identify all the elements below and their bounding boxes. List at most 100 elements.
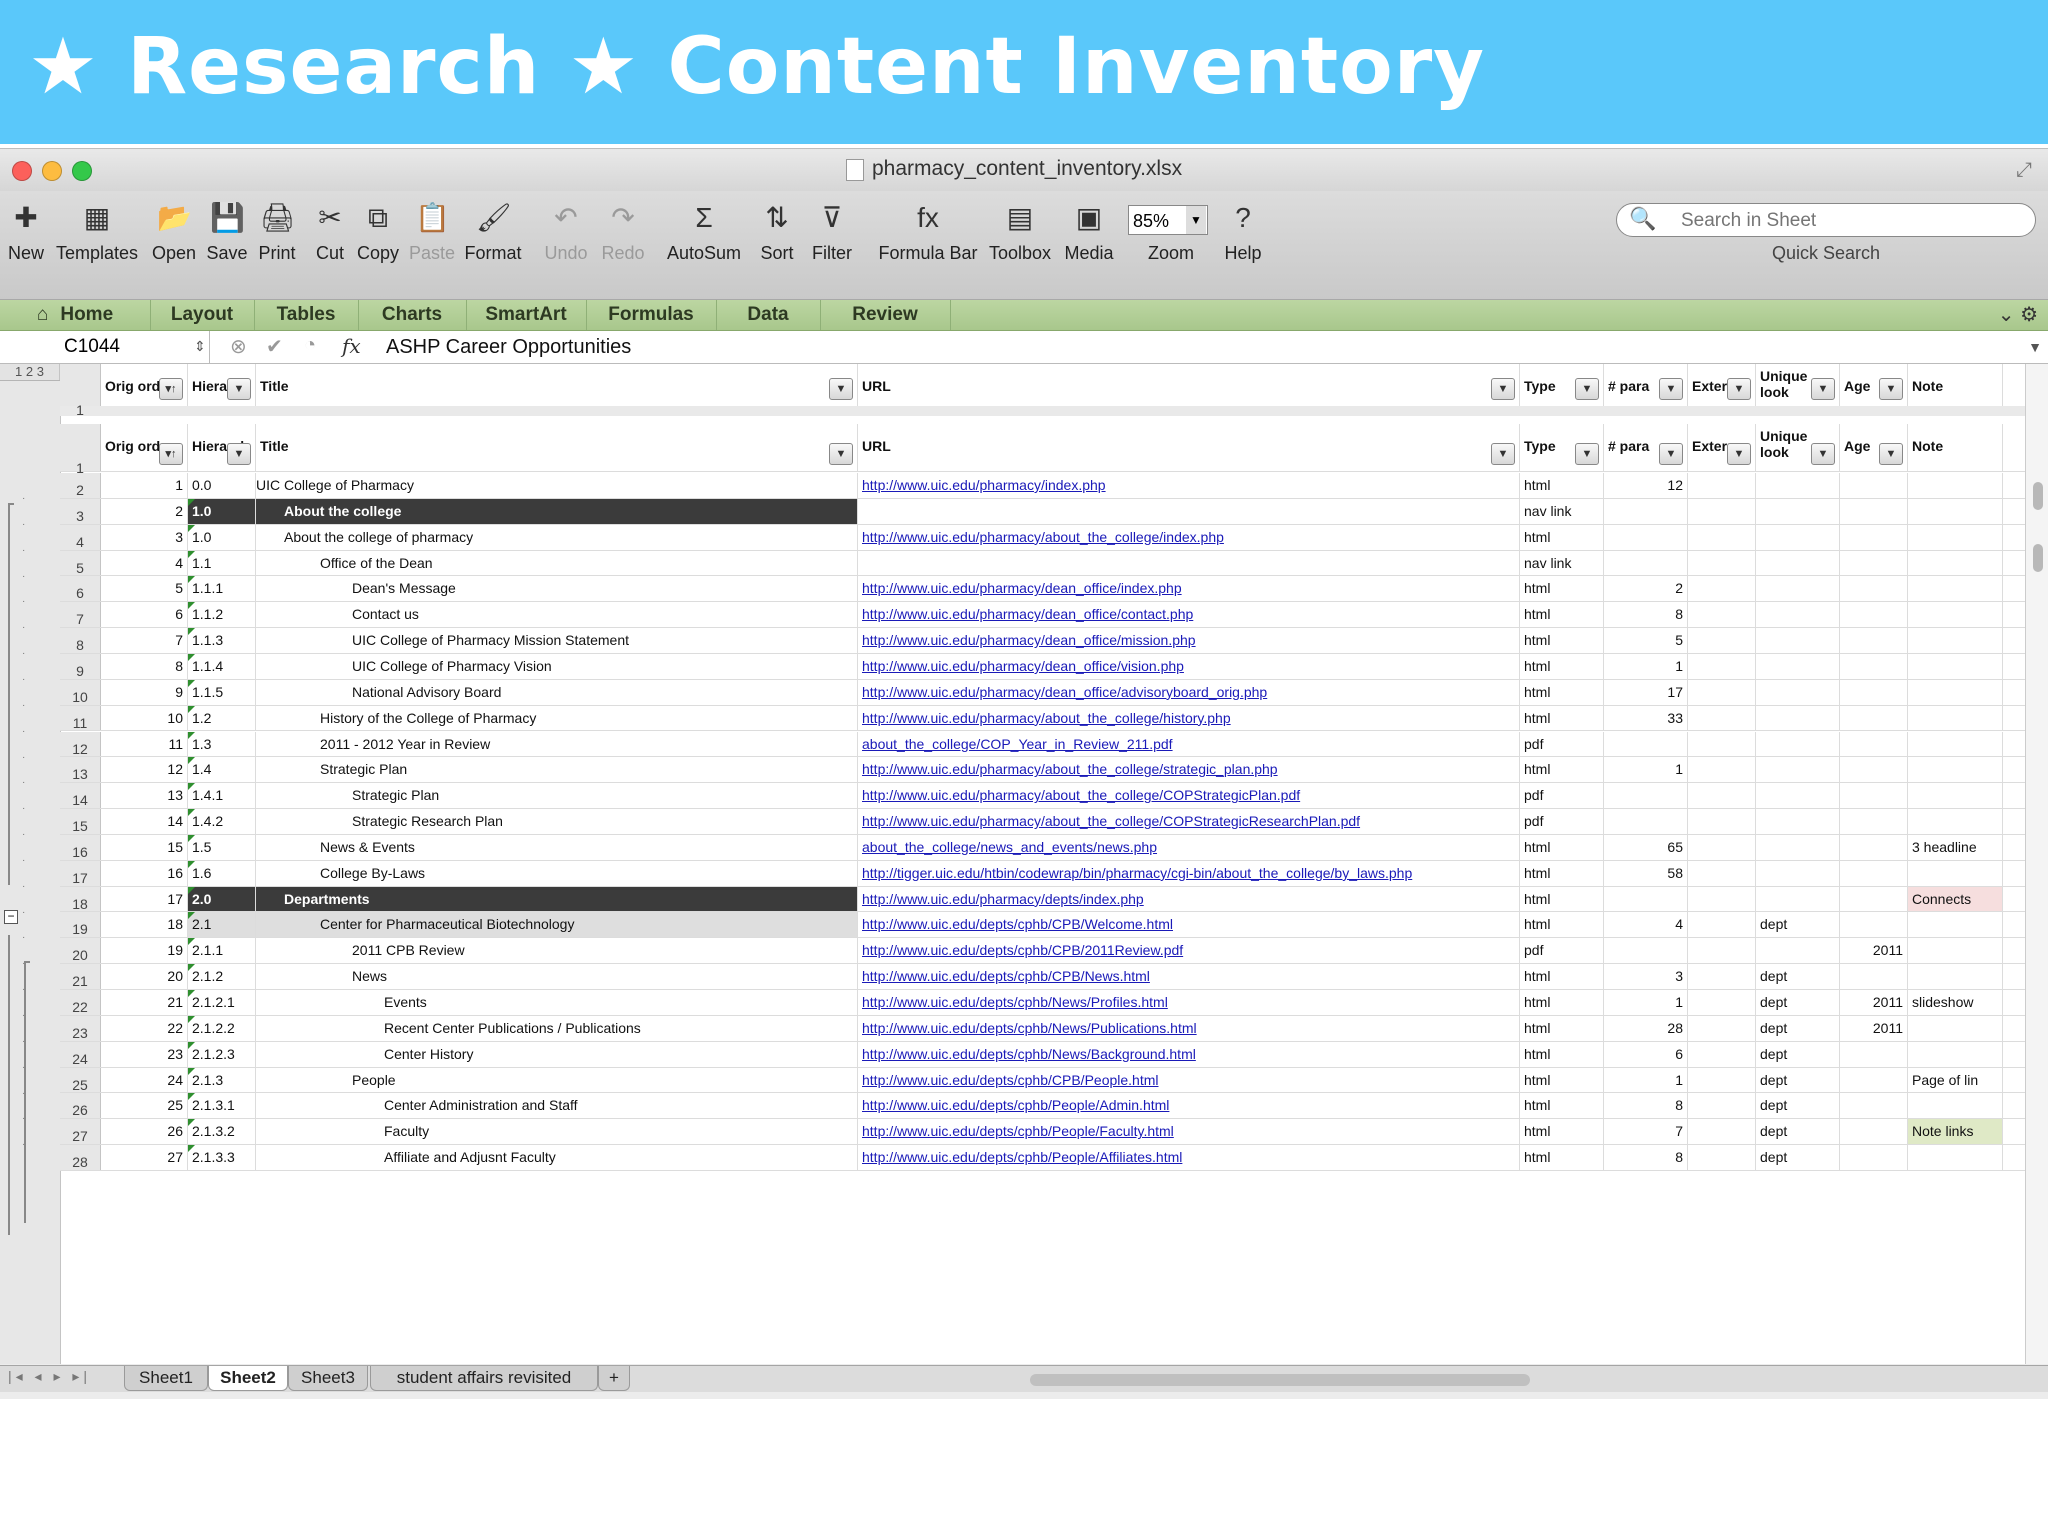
external-cell[interactable] xyxy=(1688,705,1756,731)
unique-look-cell[interactable] xyxy=(1756,731,1840,757)
table-row[interactable]: 8 7 1.1.3 UIC College of Pharmacy Mission S… xyxy=(60,628,2025,654)
title-cell[interactable]: History of the College of Pharmacy xyxy=(256,705,858,731)
toolbar-autosum-button[interactable]: Σ AutoSum xyxy=(660,191,748,299)
age-cell[interactable] xyxy=(1840,731,1908,757)
note-cell[interactable] xyxy=(1908,731,2003,757)
type-cell[interactable]: html xyxy=(1520,990,1604,1015)
url-link[interactable]: http://www.uic.edu/depts/cphb/News/Profi… xyxy=(862,994,1168,1010)
fullscreen-icon[interactable]: ⤢ xyxy=(2016,159,2032,182)
para-count-cell[interactable] xyxy=(1604,731,1688,757)
title-cell[interactable]: Center for Pharmaceutical Biotechnology xyxy=(256,912,858,938)
ribbon-tab-tables[interactable]: Tables xyxy=(254,300,359,330)
sheet-tab-student-affairs-revisited[interactable]: student affairs revisited xyxy=(370,1366,598,1391)
ribbon-tab-home[interactable]: ⌂ Home xyxy=(0,300,151,330)
filter-dropdown-icon[interactable]: ▼ xyxy=(1491,443,1515,465)
hierarchy-cell[interactable]: 2.0 xyxy=(188,886,256,912)
type-header[interactable]: Type ▼ xyxy=(1520,424,1604,471)
note-cell[interactable] xyxy=(1908,809,2003,834)
toolbar-templates-button[interactable]: ▦ Templates xyxy=(54,191,140,299)
age-cell[interactable] xyxy=(1840,1041,1908,1067)
age-cell[interactable]: 2011 xyxy=(1840,1015,1908,1041)
table-row[interactable]: 16 15 1.5 News & Events about_the_college/ne… xyxy=(60,834,2025,861)
filter-dropdown-icon[interactable]: ▼ xyxy=(227,378,251,400)
para-count-cell[interactable]: 2 xyxy=(1604,576,1688,602)
outline-levels[interactable]: 1 2 3 xyxy=(0,364,60,380)
unique-look-cell[interactable] xyxy=(1756,809,1840,834)
hierarchy-cell[interactable]: 0.0 xyxy=(188,473,256,498)
orig-order-cell[interactable]: 20 xyxy=(101,964,188,989)
ribbon-tab-charts[interactable]: Charts xyxy=(358,300,467,330)
row-number[interactable]: 26 xyxy=(60,1093,101,1118)
table-row[interactable]: 20 19 2.1.1 2011 CPB Review http://www.uic.e… xyxy=(60,938,2025,965)
unique-look-cell[interactable] xyxy=(1756,886,1840,912)
table-row[interactable]: 17 16 1.6 College By-Laws http://tigger.uic.… xyxy=(60,860,2025,887)
sheet-tab-sheet2[interactable]: Sheet2 xyxy=(208,1366,288,1391)
age-cell[interactable] xyxy=(1840,498,1908,524)
search-input[interactable] xyxy=(1679,208,2013,234)
title-cell[interactable]: People xyxy=(256,1067,858,1093)
external-cell[interactable] xyxy=(1688,1145,1756,1170)
para-count-cell[interactable]: 1 xyxy=(1604,757,1688,783)
note-cell[interactable] xyxy=(1908,602,2003,628)
para-count-cell[interactable]: 6 xyxy=(1604,1041,1688,1067)
row-number[interactable]: 15 xyxy=(60,809,101,834)
external-cell[interactable] xyxy=(1688,757,1756,783)
toolbar-new-button[interactable]: ✚ New xyxy=(0,191,52,299)
age-cell[interactable]: 2011 xyxy=(1840,990,1908,1015)
note-cell[interactable] xyxy=(1908,783,2003,809)
filter-dropdown-icon[interactable]: ▾↑ xyxy=(159,443,183,465)
toolbar-cut-button[interactable]: ✂ Cut xyxy=(308,191,352,299)
row-number[interactable]: 1 xyxy=(60,424,101,476)
name-box-stepper-icon[interactable]: ⇕ xyxy=(194,338,206,355)
url-cell[interactable]: http://www.uic.edu/pharmacy/dean_office/… xyxy=(858,602,1520,628)
unique-look-cell[interactable] xyxy=(1756,783,1840,809)
toolbar-filter-button[interactable]: ⊽ Filter xyxy=(804,191,860,299)
hierarchy-header[interactable]: Hierarch ▼ xyxy=(188,364,256,406)
age-cell[interactable] xyxy=(1840,1067,1908,1093)
type-cell[interactable]: html xyxy=(1520,1093,1604,1119)
note-cell[interactable] xyxy=(1908,653,2003,679)
hierarchy-cell[interactable]: 1.1.3 xyxy=(188,628,256,653)
unique-look-cell[interactable] xyxy=(1756,860,1840,886)
horizontal-scroll-thumb[interactable] xyxy=(1030,1374,1530,1386)
para-count-cell[interactable]: 4 xyxy=(1604,912,1688,938)
note-cell[interactable] xyxy=(1908,473,2003,498)
unique-look-cell[interactable]: dept xyxy=(1756,912,1840,938)
row-number[interactable]: 2 xyxy=(60,473,101,498)
para-count-cell[interactable] xyxy=(1604,938,1688,964)
insert-function-icon[interactable]: ◔ xyxy=(304,334,316,357)
para-count-cell[interactable]: 17 xyxy=(1604,679,1688,705)
url-cell[interactable]: http://www.uic.edu/depts/cphb/News/Backg… xyxy=(858,1041,1520,1067)
para-count-cell[interactable]: 8 xyxy=(1604,602,1688,628)
minimize-window-button[interactable] xyxy=(42,161,62,181)
orig-order-cell[interactable]: 19 xyxy=(101,938,188,964)
url-cell[interactable]: http://www.uic.edu/pharmacy/dean_office/… xyxy=(858,576,1520,602)
orig-order-cell[interactable]: 22 xyxy=(101,1015,188,1041)
url-cell[interactable]: http://www.uic.edu/depts/cphb/People/Aff… xyxy=(858,1145,1520,1170)
para-count-cell[interactable]: 3 xyxy=(1604,964,1688,989)
type-cell[interactable]: nav link xyxy=(1520,498,1604,524)
url-cell[interactable]: http://www.uic.edu/pharmacy/index.php xyxy=(858,473,1520,498)
age-cell[interactable] xyxy=(1840,1119,1908,1145)
unique-look-cell[interactable] xyxy=(1756,679,1840,705)
hierarchy-cell[interactable]: 1.3 xyxy=(188,731,256,757)
external-cell[interactable] xyxy=(1688,1067,1756,1093)
toolbar-toolbox-button[interactable]: ▤ Toolbox xyxy=(984,191,1056,299)
fx-icon[interactable]: fx xyxy=(342,334,361,358)
hierarchy-cell[interactable]: 1.4.1 xyxy=(188,783,256,809)
type-cell[interactable]: html xyxy=(1520,834,1604,860)
url-cell[interactable]: http://www.uic.edu/pharmacy/depts/index.… xyxy=(858,886,1520,912)
url-link[interactable]: http://www.uic.edu/pharmacy/about_the_co… xyxy=(862,813,1360,829)
orig-order-cell[interactable]: 27 xyxy=(101,1145,188,1170)
type-cell[interactable]: pdf xyxy=(1520,938,1604,964)
external-cell[interactable] xyxy=(1688,524,1756,550)
title-cell[interactable]: About the college xyxy=(256,498,858,524)
para-count-header[interactable]: # para ▼ xyxy=(1604,424,1688,471)
para-count-cell[interactable] xyxy=(1604,809,1688,834)
age-cell[interactable] xyxy=(1840,757,1908,783)
row-number[interactable]: 21 xyxy=(60,964,101,989)
cancel-formula-icon[interactable]: ⊗ xyxy=(230,334,247,359)
toolbar-redo-button[interactable]: ↷ Redo xyxy=(596,191,650,299)
url-cell[interactable]: http://www.uic.edu/depts/cphb/CPB/News.h… xyxy=(858,964,1520,989)
unique-look-cell[interactable]: dept xyxy=(1756,1119,1840,1145)
